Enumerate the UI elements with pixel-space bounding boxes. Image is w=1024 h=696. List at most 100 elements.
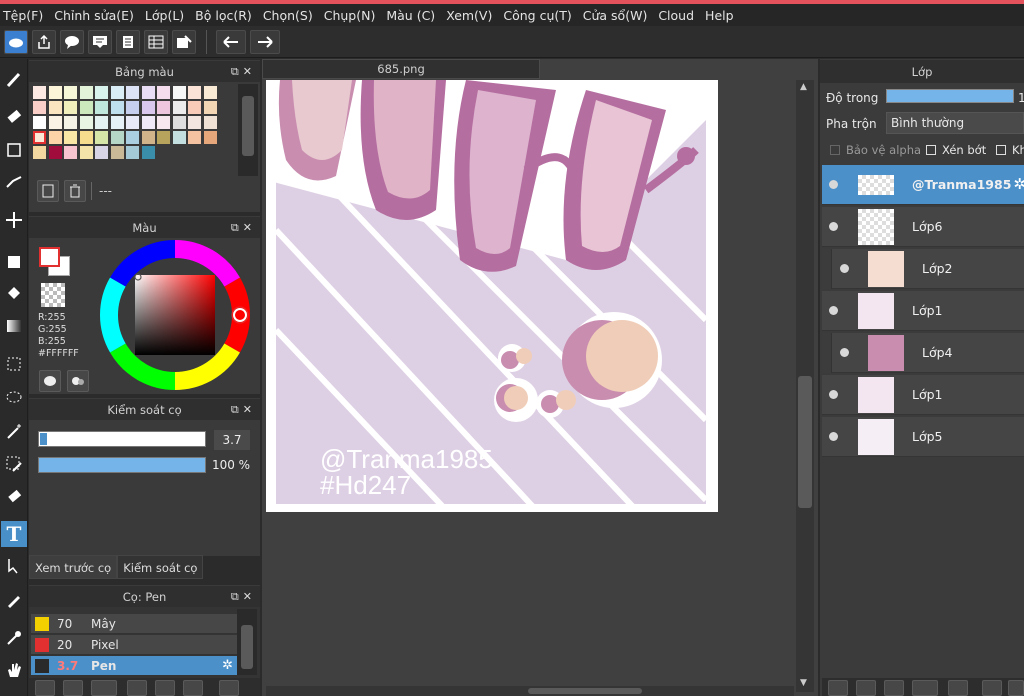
menu-layer[interactable]: Lớp(L) [142, 8, 192, 23]
color-swatch[interactable] [203, 86, 217, 99]
color-swatch[interactable] [188, 131, 201, 144]
color-swatch[interactable] [172, 86, 186, 99]
comment-icon[interactable] [88, 30, 112, 54]
color-swatch[interactable] [95, 116, 108, 129]
close-icon[interactable]: ✕ [243, 403, 256, 416]
popout-icon[interactable]: ⧉ [231, 65, 243, 78]
color-swatch[interactable] [157, 86, 170, 99]
pointer-tool-icon[interactable] [1, 553, 27, 579]
document-tab[interactable]: 685.png [262, 59, 540, 79]
cloud-brush-icon[interactable] [35, 680, 55, 696]
bucket-tool-icon[interactable] [1, 281, 27, 307]
lock-checkbox[interactable] [996, 145, 1006, 155]
close-icon[interactable]: ✕ [243, 590, 256, 603]
color-swatch[interactable] [33, 146, 46, 159]
color-swatch[interactable] [95, 131, 108, 144]
color-swatch[interactable] [110, 101, 124, 114]
menu-cloud[interactable]: Cloud [655, 8, 702, 23]
merge-layer-icon[interactable] [884, 680, 904, 696]
menu-help[interactable]: Help [702, 8, 742, 23]
layer-row[interactable]: @Tranma1985 ✲ [822, 165, 1024, 205]
duplicate-icon[interactable] [183, 680, 203, 696]
menu-window[interactable]: Cửa sổ(W) [580, 8, 656, 23]
menu-tools[interactable]: Công cụ(T) [500, 8, 579, 23]
color-swatch[interactable] [48, 116, 62, 129]
color-swatch[interactable] [172, 116, 186, 129]
scrollbar-thumb[interactable] [798, 376, 812, 508]
close-icon[interactable]: ✕ [243, 221, 256, 234]
layer-row[interactable]: Lớp2 [822, 249, 1024, 289]
scrollbar-thumb[interactable] [241, 625, 253, 669]
text-tool-icon[interactable]: T [1, 521, 27, 547]
brush-item[interactable]: 20 Pixel [31, 635, 237, 655]
paste-brush-icon[interactable] [127, 680, 147, 696]
copy-brush-icon[interactable] [91, 680, 117, 696]
scroll-up-icon[interactable]: ▲ [800, 82, 807, 92]
visibility-icon[interactable] [829, 306, 838, 315]
color-swatch[interactable] [172, 101, 186, 114]
menu-filter[interactable]: Bộ lọc(R) [192, 8, 260, 23]
canvas-horizontal-scrollbar[interactable] [266, 686, 794, 696]
visibility-icon[interactable] [840, 264, 849, 273]
menu-view[interactable]: Xem(V) [443, 8, 500, 23]
color-swatch[interactable] [188, 101, 201, 114]
hand-tool-icon[interactable] [1, 657, 27, 683]
brush-item[interactable]: 70 Mây [31, 614, 237, 634]
color-swatch[interactable] [157, 116, 170, 129]
layer-row[interactable]: Lớp1 [822, 375, 1024, 415]
color-swatch[interactable] [141, 131, 155, 144]
color-swatch[interactable] [141, 86, 155, 99]
gear-icon[interactable]: ✲ [222, 658, 233, 673]
color-swatch[interactable] [64, 116, 77, 129]
color-swatch[interactable] [188, 86, 201, 99]
color-swatch[interactable] [126, 101, 139, 114]
color-swatch[interactable] [126, 86, 139, 99]
select-eraser-icon[interactable] [1, 483, 27, 509]
opacity-slider[interactable] [38, 457, 206, 473]
move-tool-icon[interactable] [1, 207, 27, 233]
duplicate-icon[interactable] [982, 680, 1002, 696]
scrollbar-thumb[interactable] [242, 96, 254, 156]
scrollbar-thumb[interactable] [528, 688, 642, 694]
edit-grid-icon[interactable] [172, 30, 196, 54]
canvas-vertical-scrollbar[interactable]: ▲ ▼ [796, 80, 814, 692]
menu-edit[interactable]: Chỉnh sửa(E) [51, 8, 142, 23]
color-swatch[interactable] [95, 146, 108, 159]
visibility-icon[interactable] [829, 180, 838, 189]
share-icon[interactable] [32, 30, 56, 54]
artwork-canvas[interactable]: @Tranma1985 #Hd247 [266, 80, 718, 512]
color-swatch[interactable] [141, 146, 155, 159]
color-swatch[interactable] [95, 86, 108, 99]
brush-item-selected[interactable]: 3.7 Pen ✲ [31, 656, 237, 676]
magic-wand-icon[interactable] [1, 419, 27, 445]
gradient-tool-icon[interactable] [1, 313, 27, 339]
color-swatch[interactable] [79, 86, 93, 99]
tab-brush-preview[interactable]: Xem trước cọ [29, 555, 118, 579]
undo-icon[interactable] [216, 30, 246, 54]
pen-tool-icon[interactable] [1, 587, 27, 613]
color-swatch[interactable] [79, 116, 93, 129]
delete-brush-icon[interactable] [219, 680, 239, 696]
color-swatch[interactable] [33, 116, 46, 129]
color-swatch[interactable] [110, 131, 124, 144]
brush-tool-icon[interactable] [1, 67, 27, 93]
popout-icon[interactable]: ⧉ [231, 221, 243, 234]
transparent-color-swatch[interactable] [41, 283, 65, 307]
color-swatch[interactable] [110, 116, 124, 129]
menu-file[interactable]: Tệp(F) [0, 8, 51, 23]
folder-icon[interactable] [155, 680, 175, 696]
trash-icon[interactable] [64, 180, 86, 202]
redo-icon[interactable] [250, 30, 280, 54]
brush-size-value[interactable]: 3.7 [214, 430, 250, 450]
color-swatch[interactable] [64, 86, 77, 99]
foreground-color-swatch[interactable] [39, 247, 60, 267]
layer-row[interactable]: Lớp6 [822, 207, 1024, 247]
color-options-icon[interactable] [67, 370, 89, 392]
folder-icon[interactable] [948, 680, 968, 696]
color-swatch[interactable] [157, 101, 170, 114]
new-layer-icon[interactable] [828, 680, 848, 696]
color-swatch[interactable] [203, 101, 217, 114]
popout-icon[interactable]: ⧉ [231, 590, 243, 603]
color-swatch[interactable] [79, 101, 93, 114]
lasso-tool-icon[interactable] [1, 385, 27, 411]
